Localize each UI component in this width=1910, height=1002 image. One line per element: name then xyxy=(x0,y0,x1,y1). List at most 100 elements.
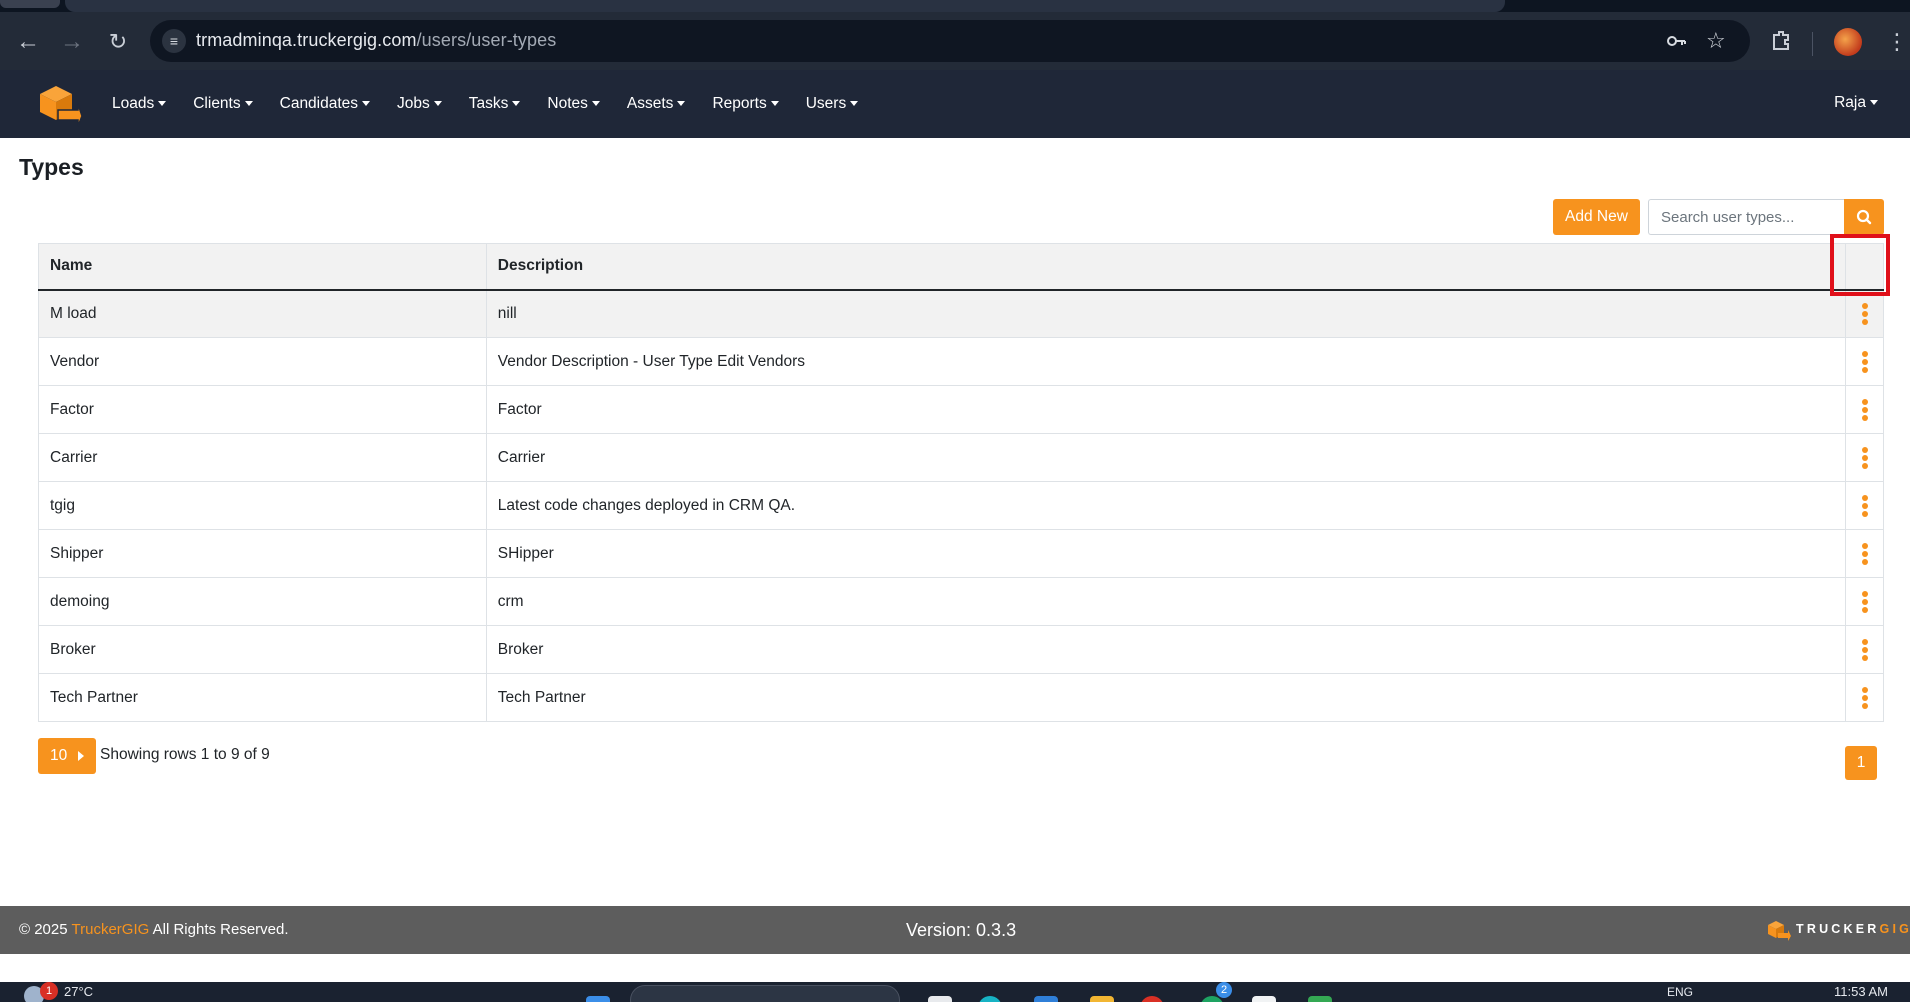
cell-actions xyxy=(1845,289,1884,338)
menu-clients[interactable]: Clients xyxy=(193,95,253,113)
row-actions-kebab-icon[interactable] xyxy=(1861,638,1869,661)
page-size-value: 10 xyxy=(50,747,68,764)
truckergig-logo[interactable] xyxy=(34,80,82,128)
reload-icon[interactable]: ↻ xyxy=(104,28,132,56)
cell-name: Broker xyxy=(38,625,487,674)
cell-actions xyxy=(1845,625,1884,674)
caret-down-icon xyxy=(850,101,859,107)
app-icon[interactable] xyxy=(1034,996,1058,1002)
search-button[interactable] xyxy=(1844,199,1884,235)
table-row: demoing crm xyxy=(38,577,1884,626)
menu-loads[interactable]: Loads xyxy=(112,95,167,113)
menu-reports[interactable]: Reports xyxy=(712,95,779,113)
caret-down-icon xyxy=(362,101,371,107)
caret-down-icon xyxy=(591,101,600,107)
key-icon[interactable] xyxy=(1664,29,1688,59)
table-row: Carrier Carrier xyxy=(38,433,1884,482)
footer-logo: TRUCKERGIG xyxy=(1766,918,1909,942)
table-header-row: Name Description xyxy=(38,243,1884,291)
row-actions-kebab-icon[interactable] xyxy=(1861,494,1869,517)
footer-brand-link[interactable]: TruckerGIG xyxy=(72,921,150,938)
main-menu: Loads Clients Candidates Jobs Tasks Note… xyxy=(112,70,885,138)
cell-name: Tech Partner xyxy=(38,673,487,722)
menu-assets[interactable]: Assets xyxy=(627,95,686,113)
footer: © 2025 TruckerGIG All Rights Reserved. V… xyxy=(0,906,1910,954)
browser-tab-active[interactable] xyxy=(65,0,1505,12)
row-actions-kebab-icon[interactable] xyxy=(1861,686,1869,709)
cell-name: Carrier xyxy=(38,433,487,482)
browser-tab-inactive[interactable] xyxy=(0,0,60,8)
extensions-icon[interactable] xyxy=(1770,29,1792,58)
start-icon[interactable] xyxy=(586,996,610,1002)
row-actions-kebab-icon[interactable] xyxy=(1861,542,1869,565)
cell-description: SHipper xyxy=(485,529,1847,578)
cell-actions xyxy=(1845,385,1884,434)
truckergig-logo-icon xyxy=(1768,921,1791,941)
language-indicator[interactable]: ENG xyxy=(1667,985,1693,999)
search-input[interactable] xyxy=(1648,199,1844,235)
clock[interactable]: 11:53 AM xyxy=(1834,984,1888,999)
user-name: Raja xyxy=(1834,94,1866,111)
footer-copyright: © 2025 TruckerGIG All Rights Reserved. xyxy=(19,921,289,938)
app-icon[interactable] xyxy=(978,996,1002,1002)
pagination-info: Showing rows 1 to 9 of 9 xyxy=(100,746,270,763)
forward-icon[interactable]: → xyxy=(58,28,86,56)
row-actions-kebab-icon[interactable] xyxy=(1861,302,1869,325)
cell-actions xyxy=(1845,577,1884,626)
url-path: /users/user-types xyxy=(416,30,557,50)
cell-actions xyxy=(1845,481,1884,530)
pagination-page-1[interactable]: 1 xyxy=(1845,746,1877,780)
taskbar-search[interactable] xyxy=(630,985,900,1002)
back-icon[interactable]: ← xyxy=(14,28,42,56)
browser-toolbar: ← → ↻ ≡ trmadminqa.truckergig.com/users/… xyxy=(0,12,1910,70)
caret-down-icon xyxy=(158,101,167,107)
cell-actions xyxy=(1845,529,1884,578)
star-icon[interactable]: ☆ xyxy=(1706,29,1726,53)
folder-icon[interactable] xyxy=(1090,996,1114,1002)
app-icon[interactable] xyxy=(1140,996,1164,1002)
cell-description: Vendor Description - User Type Edit Vend… xyxy=(485,337,1847,386)
page-size-dropdown[interactable]: 10 xyxy=(38,738,96,774)
site-info-icon[interactable]: ≡ xyxy=(162,29,186,53)
toolbar-divider xyxy=(1812,32,1813,56)
row-actions-kebab-icon[interactable] xyxy=(1861,590,1869,613)
cell-name: tgig xyxy=(38,481,487,530)
header-description[interactable]: Description xyxy=(485,243,1847,291)
table-row: Shipper SHipper xyxy=(38,529,1884,578)
cell-name: demoing xyxy=(38,577,487,626)
cell-name: Vendor xyxy=(38,337,487,386)
app-icon[interactable] xyxy=(1252,996,1276,1002)
address-url[interactable]: trmadminqa.truckergig.com/users/user-typ… xyxy=(196,30,556,51)
table-row: Broker Broker xyxy=(38,625,1884,674)
address-bar[interactable]: ≡ trmadminqa.truckergig.com/users/user-t… xyxy=(150,20,1750,62)
cell-name: Shipper xyxy=(38,529,487,578)
user-types-table: Name Description M load nill Vendor Vend… xyxy=(38,243,1884,722)
profile-avatar[interactable] xyxy=(1834,28,1862,56)
menu-jobs[interactable]: Jobs xyxy=(397,95,442,113)
cell-description: crm xyxy=(485,577,1847,626)
user-menu[interactable]: Raja xyxy=(1834,94,1878,112)
footer-version: Version: 0.3.3 xyxy=(906,920,1017,940)
header-name[interactable]: Name xyxy=(38,243,487,291)
app-navbar: Loads Clients Candidates Jobs Tasks Note… xyxy=(0,70,1910,138)
menu-tasks[interactable]: Tasks xyxy=(469,95,521,113)
row-actions-kebab-icon[interactable] xyxy=(1861,446,1869,469)
menu-candidates[interactable]: Candidates xyxy=(280,95,371,113)
cell-actions xyxy=(1845,673,1884,722)
row-actions-kebab-icon[interactable] xyxy=(1861,398,1869,421)
table-row: M load nill xyxy=(38,289,1884,338)
menu-users[interactable]: Users xyxy=(806,95,859,113)
browser-tabstrip xyxy=(0,0,1910,12)
table-row: tgig Latest code changes deployed in CRM… xyxy=(38,481,1884,530)
menu-notes[interactable]: Notes xyxy=(547,95,600,113)
os-taskbar: 1 27°C 2 ENG 11:53 AM xyxy=(0,982,1910,1002)
more-icon[interactable]: ⋮ xyxy=(1886,29,1908,55)
caret-right-icon xyxy=(78,751,84,761)
cell-description: Tech Partner xyxy=(485,673,1847,722)
app-badge: 2 xyxy=(1216,982,1232,998)
app-icon[interactable] xyxy=(928,996,952,1002)
search-icon xyxy=(1856,209,1872,225)
add-new-button[interactable]: Add New xyxy=(1553,199,1640,235)
app-icon[interactable] xyxy=(1308,996,1332,1002)
row-actions-kebab-icon[interactable] xyxy=(1861,350,1869,373)
